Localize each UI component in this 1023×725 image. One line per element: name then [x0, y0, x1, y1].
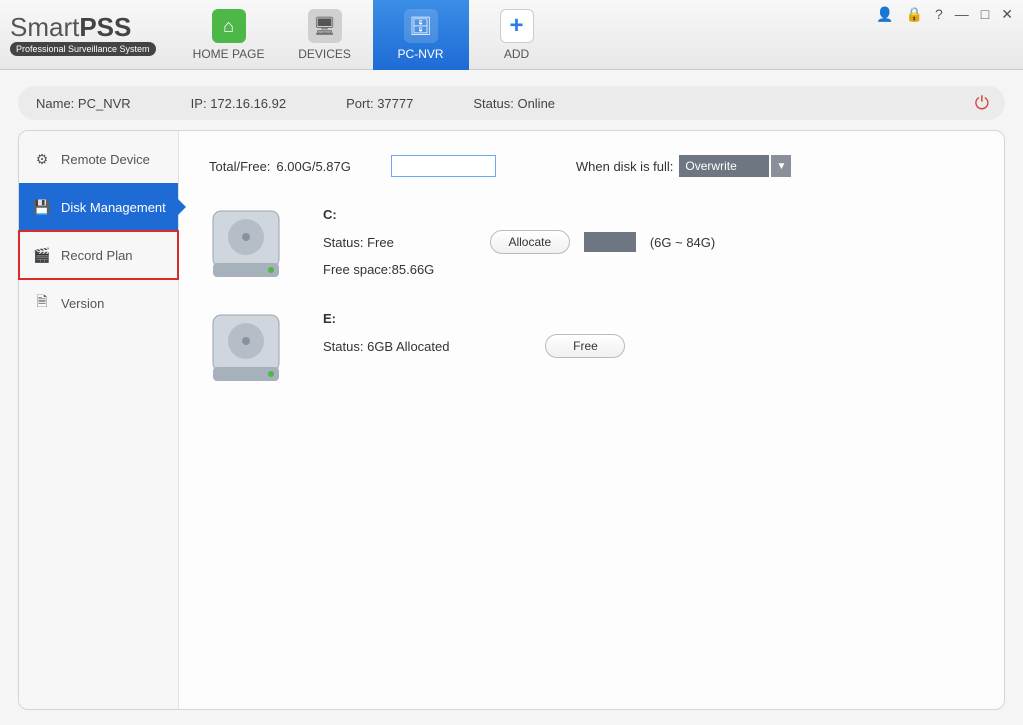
tab-home-label: HOME PAGE [193, 47, 265, 61]
sidebar-disk-label: Disk Management [61, 200, 166, 215]
main-panel: ⚙ Remote Device 💾 Disk Management 🎬 Reco… [18, 130, 1005, 710]
app-name: SmartPSS [10, 14, 156, 40]
chevron-down-icon[interactable]: ▼ [771, 155, 791, 177]
maximize-icon[interactable]: □ [981, 6, 989, 23]
disk-e-letter: E: [323, 311, 625, 326]
ip-value: 172.16.16.92 [210, 96, 286, 111]
disk-c-status-label: Status: [323, 235, 363, 250]
power-icon[interactable]: ⏻ [975, 93, 989, 114]
disk-e-status-label: Status: [323, 339, 363, 354]
content-area: Total/Free: 6.00G/5.87G When disk is ful… [179, 131, 1004, 709]
disk-full-group: When disk is full: Overwrite ▼ [576, 155, 792, 177]
sidebar-item-version[interactable]: 🗎 Version [19, 279, 178, 327]
titlebar: SmartPSS Professional Surveillance Syste… [0, 0, 1023, 70]
tab-pcnvr[interactable]: 🗄 PC-NVR [373, 0, 469, 70]
disk-c-free-space: Free space:85.66G [323, 262, 715, 277]
port-value: 37777 [377, 96, 413, 111]
disk-c-info: C: Status: Free Allocate (6G ~ 84G) Free… [323, 207, 715, 277]
window-controls: 👤 🔒 ? — □ ✕ [876, 6, 1013, 23]
tab-home[interactable]: ⌂ HOME PAGE [181, 0, 277, 70]
status-label: Status: [473, 96, 513, 111]
lock-icon[interactable]: 🔒 [906, 6, 923, 23]
tab-add-label: ADD [504, 47, 529, 61]
save-icon: 💾 [33, 198, 51, 216]
free-button[interactable]: Free [545, 334, 625, 358]
sidebar-remote-label: Remote Device [61, 152, 150, 167]
app-logo: SmartPSS Professional Surveillance Syste… [10, 14, 156, 56]
tab-devices-label: DEVICES [298, 47, 351, 61]
tab-add[interactable]: + ADD [469, 0, 565, 70]
hdd-icon [209, 311, 283, 385]
disk-c-status-value: Free [367, 235, 394, 250]
gear-icon: ⚙ [33, 150, 51, 168]
devices-icon: 🖥 [308, 9, 342, 43]
sidebar: ⚙ Remote Device 💾 Disk Management 🎬 Reco… [19, 131, 179, 709]
top-tabs: ⌂ HOME PAGE 🖥 DEVICES 🗄 PC-NVR + ADD [181, 0, 565, 69]
summary-row: Total/Free: 6.00G/5.87G When disk is ful… [209, 155, 974, 177]
disk-c-range: (6G ~ 84G) [650, 235, 715, 250]
disk-full-label: When disk is full: [576, 159, 674, 174]
sidebar-item-record-plan[interactable]: 🎬 Record Plan [19, 231, 178, 279]
sidebar-item-disk-management[interactable]: 💾 Disk Management [19, 183, 178, 231]
disk-c: C: Status: Free Allocate (6G ~ 84G) Free… [209, 207, 974, 281]
home-icon: ⌂ [212, 9, 246, 43]
add-icon: + [500, 9, 534, 43]
disk-full-select[interactable]: Overwrite [679, 155, 769, 177]
allocation-size-input[interactable] [584, 232, 636, 252]
app-tagline: Professional Surveillance System [10, 42, 156, 56]
disk-c-letter: C: [323, 207, 715, 222]
disk-e-info: E: Status: 6GB Allocated Free [323, 311, 625, 358]
pcnvr-icon: 🗄 [404, 9, 438, 43]
allocation-input[interactable] [391, 155, 496, 177]
status-value: Online [517, 96, 555, 111]
disk-full-value: Overwrite [685, 159, 736, 173]
user-icon[interactable]: 👤 [876, 6, 893, 23]
tab-devices[interactable]: 🖥 DEVICES [277, 0, 373, 70]
sidebar-item-remote-device[interactable]: ⚙ Remote Device [19, 135, 178, 183]
allocate-button[interactable]: Allocate [490, 230, 570, 254]
help-icon[interactable]: ? [935, 6, 943, 23]
tab-pcnvr-label: PC-NVR [398, 47, 444, 61]
name-label: Name: [36, 96, 74, 111]
hdd-icon [209, 207, 283, 281]
sidebar-record-label: Record Plan [61, 248, 133, 263]
film-icon: 🎬 [33, 246, 51, 264]
document-icon: 🗎 [33, 294, 51, 312]
close-icon[interactable]: ✕ [1001, 6, 1013, 23]
disk-e: E: Status: 6GB Allocated Free [209, 311, 974, 385]
port-label: Port: [346, 96, 373, 111]
ip-label: IP: [191, 96, 207, 111]
device-status-bar: Name: PC_NVR IP: 172.16.16.92 Port: 3777… [18, 86, 1005, 120]
total-free-label: Total/Free: [209, 159, 270, 174]
name-value: PC_NVR [78, 96, 131, 111]
total-free-value: 6.00G/5.87G [276, 159, 350, 174]
disk-e-status-value: 6GB Allocated [367, 339, 449, 354]
sidebar-version-label: Version [61, 296, 104, 311]
minimize-icon[interactable]: — [955, 6, 969, 23]
